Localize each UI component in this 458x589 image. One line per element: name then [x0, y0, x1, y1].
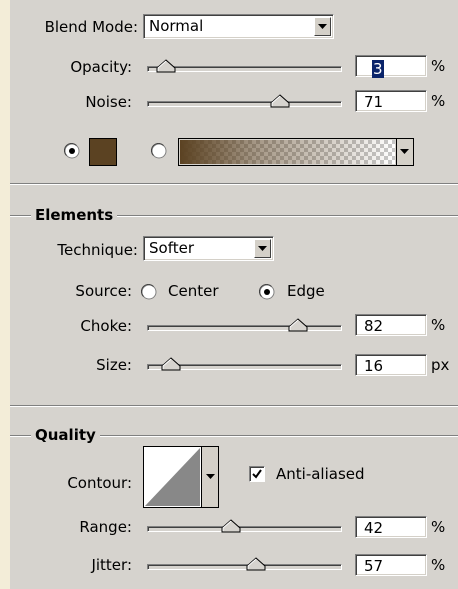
contour-picker[interactable] — [143, 446, 223, 508]
anti-aliased-label[interactable]: Anti-aliased — [276, 465, 365, 483]
size-label: Size: — [96, 356, 132, 374]
checkmark-icon — [252, 469, 262, 479]
contour-label: Contour: — [67, 474, 132, 492]
quality-section-title: Quality — [31, 426, 100, 444]
choke-field[interactable]: 82 — [355, 314, 427, 336]
source-label: Source: — [75, 282, 132, 300]
technique-value: Softer — [149, 239, 194, 257]
gradient-dropdown-icon[interactable] — [396, 139, 413, 165]
technique-select[interactable]: Softer — [143, 236, 274, 261]
blend-mode-select[interactable]: Normal — [143, 14, 334, 39]
size-unit: px — [431, 356, 450, 374]
choke-label: Choke: — [80, 317, 132, 335]
noise-value: 71 — [364, 93, 384, 111]
noise-slider-thumb[interactable] — [270, 94, 290, 108]
jitter-label: Jitter: — [91, 556, 132, 574]
gradient-radio-button[interactable] — [151, 143, 167, 159]
opacity-value: 3 — [372, 60, 384, 78]
range-slider-track[interactable] — [147, 526, 342, 532]
range-unit: % — [431, 518, 446, 536]
noise-field[interactable]: 71 — [355, 90, 427, 112]
contour-dropdown-icon[interactable] — [201, 446, 219, 508]
linear-contour-icon — [145, 448, 200, 506]
jitter-field[interactable]: 57 — [355, 554, 427, 576]
opacity-label: Opacity: — [70, 58, 132, 76]
source-edge-label[interactable]: Edge — [287, 282, 325, 300]
choke-slider-thumb[interactable] — [288, 318, 308, 332]
range-value: 42 — [364, 519, 384, 537]
opacity-slider-thumb[interactable] — [156, 59, 176, 73]
gradient-picker[interactable] — [178, 138, 414, 166]
size-field[interactable]: 16 — [355, 354, 427, 376]
range-field[interactable]: 42 — [355, 516, 427, 538]
source-edge-radio[interactable] — [259, 284, 275, 300]
gradient-preview — [180, 140, 395, 164]
chevron-down-icon[interactable] — [314, 17, 331, 36]
jitter-slider-track[interactable] — [147, 564, 342, 570]
opacity-field[interactable]: 3 — [355, 55, 427, 78]
section-divider — [10, 405, 458, 407]
source-center-label[interactable]: Center — [168, 282, 219, 300]
color-radio-button[interactable] — [64, 143, 80, 159]
choke-unit: % — [431, 316, 446, 334]
chevron-down-icon[interactable] — [254, 239, 271, 258]
jitter-unit: % — [431, 556, 446, 574]
size-slider-thumb[interactable] — [161, 357, 181, 371]
blend-mode-label: Blend Mode: — [44, 18, 138, 36]
section-divider — [10, 183, 458, 185]
technique-label: Technique: — [57, 241, 138, 259]
choke-value: 82 — [364, 317, 384, 335]
jitter-slider-thumb[interactable] — [246, 557, 266, 571]
elements-section-title: Elements — [31, 206, 118, 224]
opacity-unit: % — [431, 57, 446, 75]
noise-slider-track[interactable] — [147, 101, 342, 107]
source-center-radio[interactable] — [141, 284, 157, 300]
inner-glow-panel: Blend Mode: Normal Opacity: 3 % Noise: 7… — [10, 0, 458, 589]
range-label: Range: — [79, 518, 132, 536]
noise-unit: % — [431, 92, 446, 110]
anti-aliased-checkbox[interactable] — [249, 466, 265, 482]
glow-color-swatch[interactable] — [89, 138, 117, 166]
noise-label: Noise: — [85, 93, 132, 111]
choke-slider-track[interactable] — [147, 325, 342, 331]
opacity-slider-track[interactable] — [147, 66, 342, 72]
blend-mode-value: Normal — [149, 17, 204, 35]
jitter-value: 57 — [364, 557, 384, 575]
contour-preview — [143, 446, 202, 508]
size-value: 16 — [364, 357, 384, 375]
range-slider-thumb[interactable] — [221, 519, 241, 533]
